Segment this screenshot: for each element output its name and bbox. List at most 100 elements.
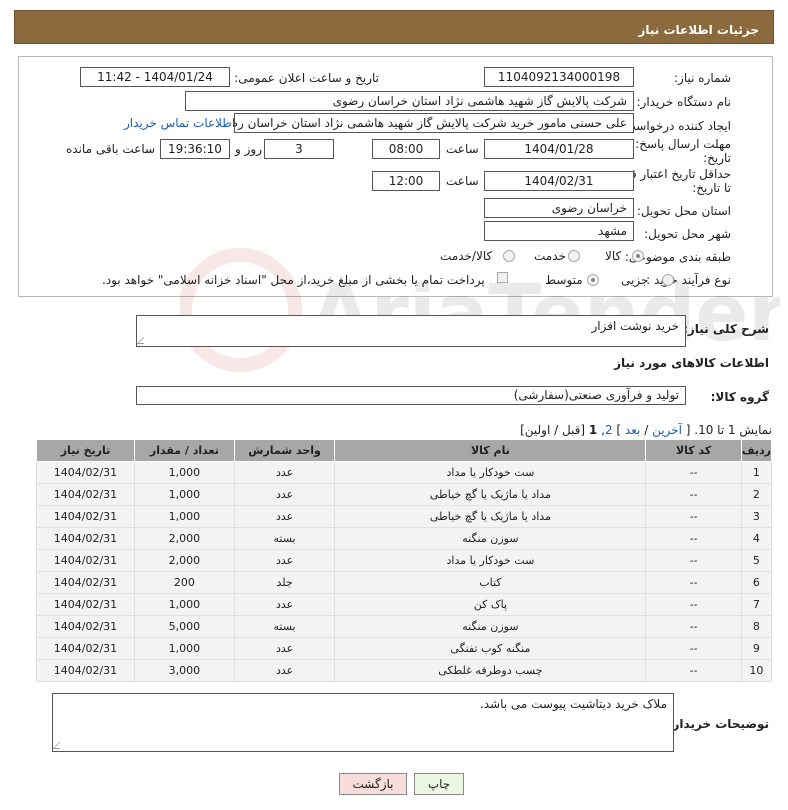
cell-goods-name: سوزن منگنه: [334, 615, 647, 638]
need-number-label: شماره نیاز:: [674, 71, 731, 85]
cell-goods-name: پاک کن: [334, 593, 647, 616]
buyer-notes-textarea[interactable]: ملاک خرید دیتاشیت پیوست می باشد.: [52, 693, 674, 752]
process-medium-radio[interactable]: [587, 274, 599, 286]
pagination-bracket: ]: [616, 423, 622, 437]
cell-row-number: 5: [740, 549, 773, 572]
cell-goods-name: مداد یا ماژیک یا گچ خیاطی: [334, 505, 647, 528]
process-small-radio[interactable]: [662, 274, 674, 286]
table-row: 1 -- ست خودکار یا مداد عدد 1,000 1404/02/31: [36, 461, 773, 484]
back-button[interactable]: بازگشت: [339, 773, 407, 795]
resize-grip-icon[interactable]: [136, 337, 151, 344]
province-field: خراسان رضوی: [484, 198, 634, 218]
category-service-label: خدمت: [534, 249, 566, 263]
description-text: خرید نوشت افزار: [591, 319, 679, 333]
deadline-time-label: ساعت: [446, 142, 479, 156]
pagination-prefix: نمایش 1 تا 10. [: [685, 423, 772, 437]
cell-unit: بسته: [233, 615, 336, 638]
table-row: 6 -- کتاب جلد 200 1404/02/31: [36, 571, 773, 594]
table-header-row: ردیف کد کالا نام کالا واحد شمارش تعداد /…: [36, 439, 773, 462]
cell-quantity: 2,000: [133, 527, 235, 550]
buyer-org-field: شرکت پالایش گاز شهید هاشمی نژاد استان خر…: [185, 91, 634, 111]
cell-goods-code: --: [645, 461, 742, 484]
process-small-label: جزیی: [621, 273, 649, 287]
pagination-last-link[interactable]: آخرین: [652, 423, 682, 437]
cell-need-date: 1404/02/31: [36, 483, 135, 506]
cell-goods-name: سوزن منگنه: [334, 527, 647, 550]
cell-row-number: 3: [740, 505, 773, 528]
category-goods-label: کالا: [605, 249, 622, 263]
cell-goods-name: ست خودکار یا مداد: [334, 461, 647, 484]
pagination: نمایش 1 تا 10. [ آخرین / بعد ] 2, 1 [قبل…: [520, 423, 772, 437]
treasury-payment-checkbox[interactable]: [497, 272, 508, 283]
days-field: 3: [264, 139, 334, 159]
cell-row-number: 9: [740, 637, 773, 660]
cell-goods-code: --: [645, 571, 742, 594]
cell-unit: عدد: [233, 483, 336, 506]
cell-need-date: 1404/02/31: [36, 593, 135, 616]
cell-need-date: 1404/02/31: [36, 461, 135, 484]
category-service-radio[interactable]: [568, 250, 580, 262]
description-textarea[interactable]: خرید نوشت افزار: [136, 315, 686, 347]
cell-need-date: 1404/02/31: [36, 549, 135, 572]
cell-unit: عدد: [233, 461, 336, 484]
cell-need-date: 1404/02/31: [36, 571, 135, 594]
cell-quantity: 1,000: [133, 461, 235, 484]
buyer-notes-text: ملاک خرید دیتاشیت پیوست می باشد.: [479, 697, 667, 711]
deadline-time-field: 08:00: [372, 139, 440, 159]
need-number-field: 1104092134000198: [484, 67, 634, 87]
cell-row-number: 10: [740, 659, 773, 682]
cell-unit: عدد: [233, 549, 336, 572]
deadline-label: مهلت ارسال پاسخ: تا: [624, 137, 731, 151]
pagination-page-2-link[interactable]: 2: [605, 423, 613, 437]
category-goods-radio[interactable]: [632, 250, 644, 262]
pagination-next-link[interactable]: بعد: [625, 423, 640, 437]
table-row: 4 -- سوزن منگنه بسته 2,000 1404/02/31: [36, 527, 773, 550]
pagination-inactive: [قبل / اولین]: [520, 423, 586, 437]
cell-quantity: 3,000: [133, 659, 235, 682]
cell-goods-name: چسب دوطرفه غلطکی: [334, 659, 647, 682]
creator-label: ایجاد کننده درخواست:: [620, 119, 731, 133]
cell-goods-name: منگنه کوب تفنگی: [334, 637, 647, 660]
cell-goods-code: --: [645, 659, 742, 682]
table-row: 9 -- منگنه کوب تفنگی عدد 1,000 1404/02/31: [36, 637, 773, 660]
page-title: جزئیات اطلاعات نیاز: [638, 23, 759, 37]
cell-quantity: 1,000: [133, 637, 235, 660]
col-goods-name: نام کالا: [334, 439, 647, 462]
cell-quantity: 1,000: [133, 483, 235, 506]
buyer-notes-label: توضیحات خریدار:: [667, 717, 769, 731]
print-button[interactable]: چاپ: [414, 773, 464, 795]
col-goods-code: کد کالا: [645, 439, 742, 462]
city-field: مشهد: [484, 221, 634, 241]
cell-goods-name: ست خودکار یا مداد: [334, 549, 647, 572]
pagination-separator: /: [644, 423, 649, 437]
deadline-label-2: تاریخ:: [703, 151, 731, 165]
cell-row-number: 6: [740, 571, 773, 594]
validity-date-field: 1404/02/31: [484, 171, 634, 191]
table-row: 3 -- مداد یا ماژیک یا گچ خیاطی عدد 1,000 1404…: [36, 505, 773, 528]
validity-time-field: 12:00: [372, 171, 440, 191]
cell-goods-code: --: [645, 549, 742, 572]
validity-time-label: ساعت: [446, 174, 479, 188]
remaining-label: ساعت باقی مانده: [66, 142, 156, 156]
goods-section-title: اطلاعات کالاهای مورد نیاز: [614, 356, 769, 370]
validity-label-2: تا تاریخ:: [692, 181, 731, 195]
table-row: 5 -- ست خودکار یا مداد عدد 2,000 1404/02/31: [36, 549, 773, 572]
cell-row-number: 7: [740, 593, 773, 616]
deadline-date-field: 1404/01/28: [484, 139, 634, 159]
page-header: جزئیات اطلاعات نیاز: [14, 10, 774, 44]
goods-group-label: گروه کالا:: [710, 390, 769, 404]
goods-table: ردیف کد کالا نام کالا واحد شمارش تعداد /…: [36, 439, 773, 682]
resize-grip-icon[interactable]: [52, 742, 67, 749]
cell-quantity: 1,000: [133, 593, 235, 616]
cell-need-date: 1404/02/31: [36, 615, 135, 638]
cell-quantity: 2,000: [133, 549, 235, 572]
table-row: 10 -- چسب دوطرفه غلطکی عدد 3,000 1404/02/31: [36, 659, 773, 682]
cell-need-date: 1404/02/31: [36, 527, 135, 550]
cell-unit: عدد: [233, 659, 336, 682]
cell-goods-code: --: [645, 615, 742, 638]
buyer-contact-link[interactable]: اطلاعات تماس خریدار: [124, 116, 235, 130]
cell-quantity: 200: [133, 571, 235, 594]
cell-goods-code: --: [645, 637, 742, 660]
category-both-radio[interactable]: [503, 250, 515, 262]
pagination-current-page: 1: [588, 423, 598, 437]
